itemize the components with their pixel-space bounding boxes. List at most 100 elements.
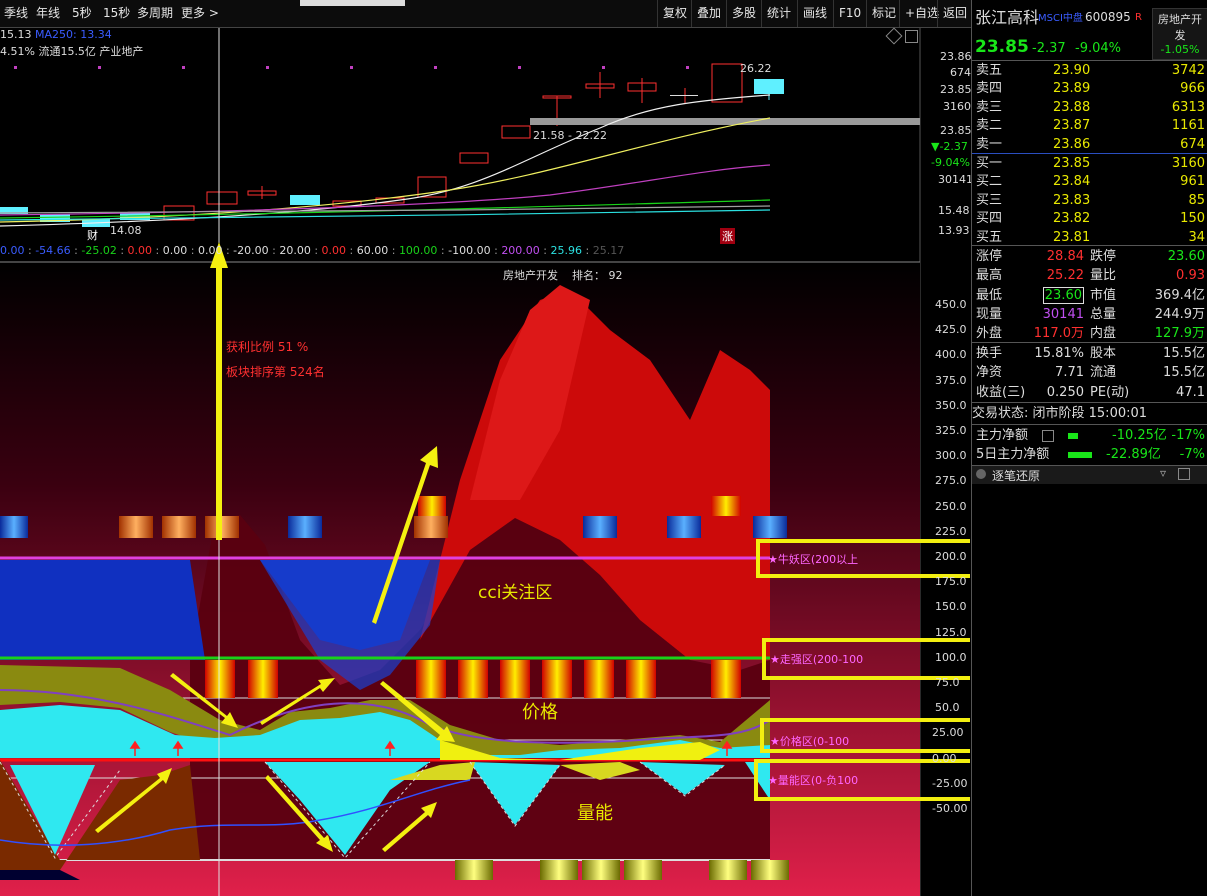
bid-row[interactable]: 买四 23.82 150 xyxy=(972,209,1207,228)
indicator-value: 0.00 xyxy=(127,244,153,257)
indicator-axis-tick: 50.0 xyxy=(935,701,960,715)
tick-panel-header[interactable]: 逐笔还原 ▿ xyxy=(972,466,1207,484)
indicator-value: 0.00 xyxy=(162,244,188,257)
period-5s[interactable]: 5秒 xyxy=(72,0,92,27)
settings-icon[interactable] xyxy=(1178,468,1190,480)
bull-zone-label: ★牛妖区(200以上 xyxy=(768,553,859,566)
book-volume: 1161 xyxy=(1171,118,1205,134)
stat-row: 现量 30141 总量 244.9万 xyxy=(972,305,1207,324)
indicator-value: 0.00 xyxy=(321,244,347,257)
period-season[interactable]: 季线 xyxy=(4,0,28,27)
indicator-axis-tick: 250.0 xyxy=(935,499,967,513)
trade-status: 交易状态: 闭市阶段 15:00:01 xyxy=(972,406,1148,421)
book-volume: 3742 xyxy=(1171,63,1205,78)
indicator-axis-tick: 375.0 xyxy=(935,373,967,387)
stat-value: 0.250 xyxy=(1046,384,1084,400)
stat-row: 涨停 28.84 跌停 23.60 xyxy=(972,247,1207,266)
f10-button[interactable]: F10 xyxy=(833,0,866,27)
ask-row[interactable]: 卖一 23.86 674 xyxy=(972,135,1207,154)
stat-value: 23.60 xyxy=(1167,249,1205,264)
indicator-value: -54.66 xyxy=(35,244,71,257)
stat-row: 换手 15.81% 股本 15.5亿 xyxy=(972,344,1207,363)
strong-zone-label: ★走强区(200-100 xyxy=(770,653,864,666)
main-net-label: 主力净额 xyxy=(976,428,1029,443)
draw-line-button[interactable]: 画线 xyxy=(797,0,832,27)
filter-icon[interactable]: ▿ xyxy=(1160,466,1166,480)
window-handle[interactable] xyxy=(300,0,405,6)
stat-label: 外盘 xyxy=(976,326,1003,342)
restore-rights-button[interactable]: 复权 xyxy=(657,0,692,27)
main-net5-label: 5日主力净额 xyxy=(976,447,1050,462)
indicator-axis-tick: 75.0 xyxy=(935,676,960,689)
indicator-axis-tick: -50.00 xyxy=(932,802,968,815)
stat-value: 127.9万 xyxy=(1154,326,1205,342)
chart-area[interactable]: 15.13 MA250: 13.34 4.51% 流通15.5亿 产业地产 26… xyxy=(0,27,973,896)
indicator-axis-tick: 225.0 xyxy=(935,524,967,538)
statistics-button[interactable]: 统计 xyxy=(761,0,796,27)
indicator-axis-tick: 100.0 xyxy=(935,650,967,664)
ask-row[interactable]: 卖三 23.88 6313 xyxy=(972,98,1207,117)
book-price: 23.87 xyxy=(1053,118,1091,134)
price-axis-7: 30141 xyxy=(938,173,973,186)
quote-panel: 张江高科 MSCI中盘 600895 R 房地产开发 -1.05% 23.85 … xyxy=(971,0,1207,896)
stat-label: 换手 xyxy=(976,346,1003,361)
indicator-axis-tick: 325.0 xyxy=(935,424,967,437)
multi-stock-button[interactable]: 多股 xyxy=(726,0,761,27)
cai-badge: 财 xyxy=(87,229,98,242)
indicator-value: 20.00 xyxy=(279,244,311,257)
main-net-pct: -17% xyxy=(1171,428,1205,443)
indicator-value: 0.00 xyxy=(197,244,223,257)
multi-period-button[interactable]: 多周期 xyxy=(137,0,173,27)
more-button[interactable]: 更多 > xyxy=(181,0,219,27)
level-band xyxy=(530,118,920,125)
overlay-button[interactable]: 叠加 xyxy=(691,0,726,27)
stock-name: 张江高科 xyxy=(975,8,1040,27)
sector-rank-label: 板块排序第 524名 xyxy=(226,365,325,379)
back-button[interactable]: 返回 xyxy=(937,0,972,27)
low-price-label: 14.08 xyxy=(110,224,142,237)
ask-row[interactable]: 卖五 23.90 3742 xyxy=(972,61,1207,80)
ask-row[interactable]: 卖二 23.87 1161 xyxy=(972,116,1207,135)
book-volume: 150 xyxy=(1180,211,1205,227)
bid-row[interactable]: 买三 23.83 85 xyxy=(972,191,1207,210)
stat-value: 117.0万 xyxy=(1033,326,1084,342)
period-year[interactable]: 年线 xyxy=(36,0,60,27)
change-percent: -9.04% xyxy=(1075,41,1121,56)
price-zone-label: 价格 xyxy=(522,702,558,723)
stat-label: 涨停 xyxy=(976,249,1003,264)
book-price: 23.89 xyxy=(1053,81,1091,97)
last-price: 23.85 xyxy=(975,37,1029,57)
stat-label: 量比 xyxy=(1090,268,1117,284)
bid-row[interactable]: 买二 23.84 961 xyxy=(972,172,1207,191)
price-zone-box-label: ★价格区(0-100 xyxy=(770,735,850,748)
stat-value: 244.9万 xyxy=(1154,306,1205,322)
info-icon[interactable] xyxy=(1042,430,1054,442)
period-15s[interactable]: 15秒 xyxy=(103,0,130,27)
book-volume: 961 xyxy=(1180,174,1205,190)
price-axis-8: 15.48 xyxy=(938,204,970,217)
price-header-line1: 15.13 MA250: 13.34 xyxy=(0,28,112,41)
stat-value: 28.84 xyxy=(1046,249,1084,264)
book-price: 23.88 xyxy=(1053,99,1091,115)
price-header-line2: 4.51% 流通15.5亿 产业地产 xyxy=(0,45,144,58)
book-price: 23.84 xyxy=(1053,174,1091,190)
indicator-axis-tick: 25.00 xyxy=(932,726,964,740)
stat-value: 369.4亿 xyxy=(1154,287,1205,303)
mark-button[interactable]: 标记 xyxy=(866,0,901,27)
maximize-icon[interactable] xyxy=(905,30,918,43)
indicator-values-row: 0.00 : -54.66 : -25.02 : 0.00 : 0.00 : 0… xyxy=(0,244,625,257)
stat-label: 收益(三) xyxy=(976,384,1026,400)
indicator-axis-tick: 450.0 xyxy=(935,298,967,311)
collapse-icon[interactable] xyxy=(976,469,986,479)
indicator-value: 25.96 xyxy=(550,244,583,257)
indicator-axis-tick: 175.0 xyxy=(935,575,967,589)
main-net5-bar xyxy=(1068,452,1092,458)
bid-row[interactable]: 买一 23.85 3160 xyxy=(972,154,1207,173)
range-label: 21.58 - 22.22 xyxy=(533,129,607,142)
cci-zone-label: cci关注区 xyxy=(478,583,553,603)
book-level-label: 买三 xyxy=(976,192,1003,208)
stat-label: 市值 xyxy=(1090,287,1117,303)
ask-row[interactable]: 卖四 23.89 966 xyxy=(972,79,1207,98)
bid-row[interactable]: 买五 23.81 34 xyxy=(972,228,1207,247)
price-axis-0: 23.86 xyxy=(940,50,972,63)
